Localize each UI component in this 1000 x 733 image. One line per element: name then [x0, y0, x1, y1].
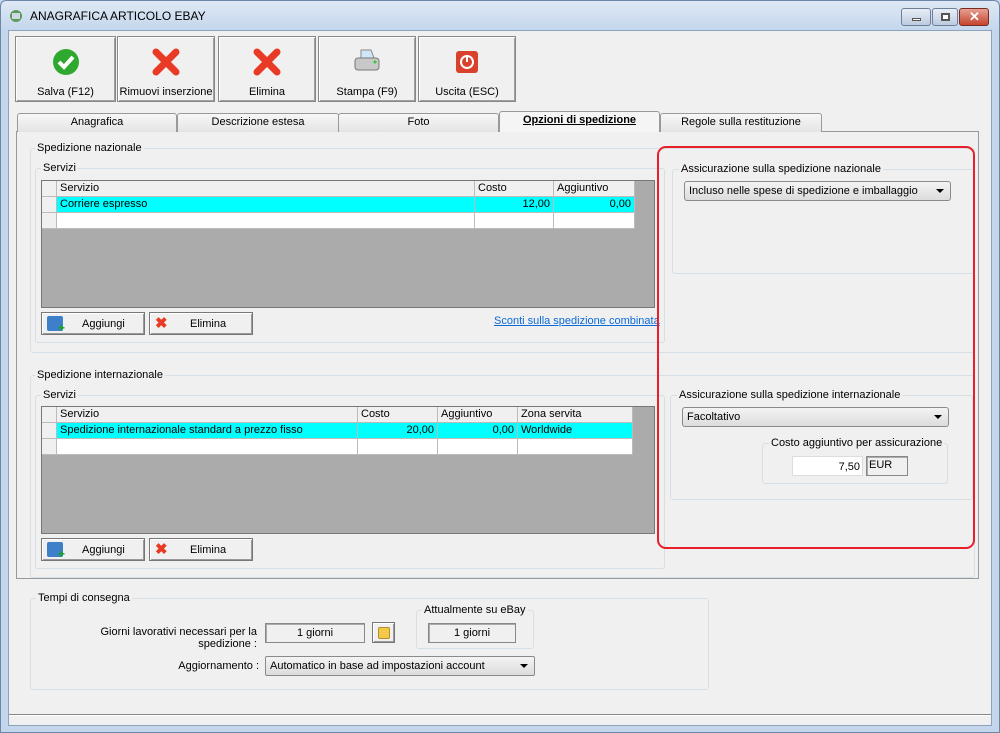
- select-days-button[interactable]: [372, 622, 395, 643]
- tab-regole-restituzione[interactable]: Regole sulla restituzione: [660, 113, 822, 132]
- red-x-icon: ✖: [155, 541, 168, 558]
- table-cell[interactable]: [518, 439, 633, 455]
- app-icon: [8, 8, 24, 24]
- column-header: Costo: [358, 407, 438, 423]
- row-indicator[interactable]: [42, 439, 57, 455]
- current-ebay-label: Attualmente su eBay: [422, 604, 528, 616]
- column-header: Aggiuntivo: [438, 407, 518, 423]
- highlight-annotation: [657, 146, 975, 549]
- remove-listing-button[interactable]: Rimuovi inserzione: [117, 36, 215, 102]
- column-header: Costo: [475, 181, 554, 197]
- column-header: Aggiuntivo: [554, 181, 635, 197]
- folder-icon: [378, 627, 390, 639]
- update-label: Aggiornamento :: [178, 660, 259, 672]
- tab-anagrafica[interactable]: Anagrafica: [17, 113, 177, 132]
- table-cell[interactable]: 0,00: [438, 423, 518, 439]
- national-add-button[interactable]: + Aggiungi: [41, 312, 145, 335]
- table-cell[interactable]: [358, 439, 438, 455]
- close-button[interactable]: ✕: [959, 8, 989, 26]
- row-indicator[interactable]: [42, 423, 57, 439]
- handling-days-label: Giorni lavorativi necessari per la spedi…: [100, 626, 257, 650]
- table-cell[interactable]: [475, 213, 554, 229]
- column-header: Servizio: [57, 407, 358, 423]
- international-services-label: Servizi: [41, 389, 79, 401]
- table-cell[interactable]: Spedizione internazionale standard a pre…: [57, 423, 358, 439]
- table-cell[interactable]: [438, 439, 518, 455]
- minimize-button[interactable]: [901, 8, 931, 26]
- power-icon: [456, 51, 478, 73]
- delete-button[interactable]: Elimina: [218, 36, 316, 102]
- close-icon: ✕: [969, 9, 980, 24]
- red-x-icon: ✖: [155, 315, 168, 332]
- column-header: Zona servita: [518, 407, 633, 423]
- chevron-down-icon: [520, 664, 528, 668]
- table-cell[interactable]: Corriere espresso: [57, 197, 475, 213]
- international-services-table[interactable]: Servizio Costo Aggiuntivo Zona servita S…: [41, 406, 655, 534]
- table-cell[interactable]: 0,00: [554, 197, 635, 213]
- table-cell[interactable]: 12,00: [475, 197, 554, 213]
- printer-icon: [354, 49, 380, 71]
- check-icon: [52, 49, 79, 75]
- tab-descrizione-estesa[interactable]: Descrizione estesa: [177, 113, 339, 132]
- tab-opzioni-spedizione[interactable]: Opzioni di spedizione: [499, 111, 660, 132]
- window-title: ANAGRAFICA ARTICOLO EBAY: [30, 9, 206, 23]
- table-cell[interactable]: [57, 213, 475, 229]
- delivery-times-title: Tempi di consegna: [36, 592, 132, 604]
- update-select[interactable]: Automatico in base ad impostazioni accou…: [265, 656, 535, 676]
- row-indicator[interactable]: [42, 197, 57, 213]
- current-ebay-days-field: 1 giorni: [428, 623, 516, 643]
- add-icon: +: [47, 316, 65, 334]
- red-x-icon: [253, 48, 281, 76]
- national-services-table[interactable]: Servizio Costo Aggiuntivo Corriere espre…: [41, 180, 655, 308]
- international-delete-button[interactable]: ✖ Elimina: [149, 538, 253, 561]
- combined-shipping-discounts-link[interactable]: Sconti sulla spedizione combinata: [494, 315, 660, 327]
- row-indicator[interactable]: [42, 213, 57, 229]
- red-x-icon: [152, 48, 180, 76]
- exit-button[interactable]: Uscita (ESC): [418, 36, 516, 102]
- international-add-button[interactable]: + Aggiungi: [41, 538, 145, 561]
- add-icon: +: [47, 542, 65, 560]
- national-delete-button[interactable]: ✖ Elimina: [149, 312, 253, 335]
- international-shipping-title: Spedizione internazionale: [35, 369, 165, 381]
- print-button[interactable]: Stampa (F9): [318, 36, 416, 102]
- national-shipping-title: Spedizione nazionale: [35, 142, 144, 154]
- column-header: Servizio: [57, 181, 475, 197]
- table-cell[interactable]: 20,00: [358, 423, 438, 439]
- table-cell[interactable]: [57, 439, 358, 455]
- save-button[interactable]: Salva (F12): [15, 36, 116, 102]
- national-services-label: Servizi: [41, 162, 79, 174]
- table-cell[interactable]: Worldwide: [518, 423, 633, 439]
- tab-foto[interactable]: Foto: [338, 113, 499, 132]
- bottom-divider: [9, 714, 991, 716]
- table-cell[interactable]: [554, 213, 635, 229]
- handling-days-field: 1 giorni: [265, 623, 365, 643]
- maximize-button[interactable]: [932, 8, 958, 26]
